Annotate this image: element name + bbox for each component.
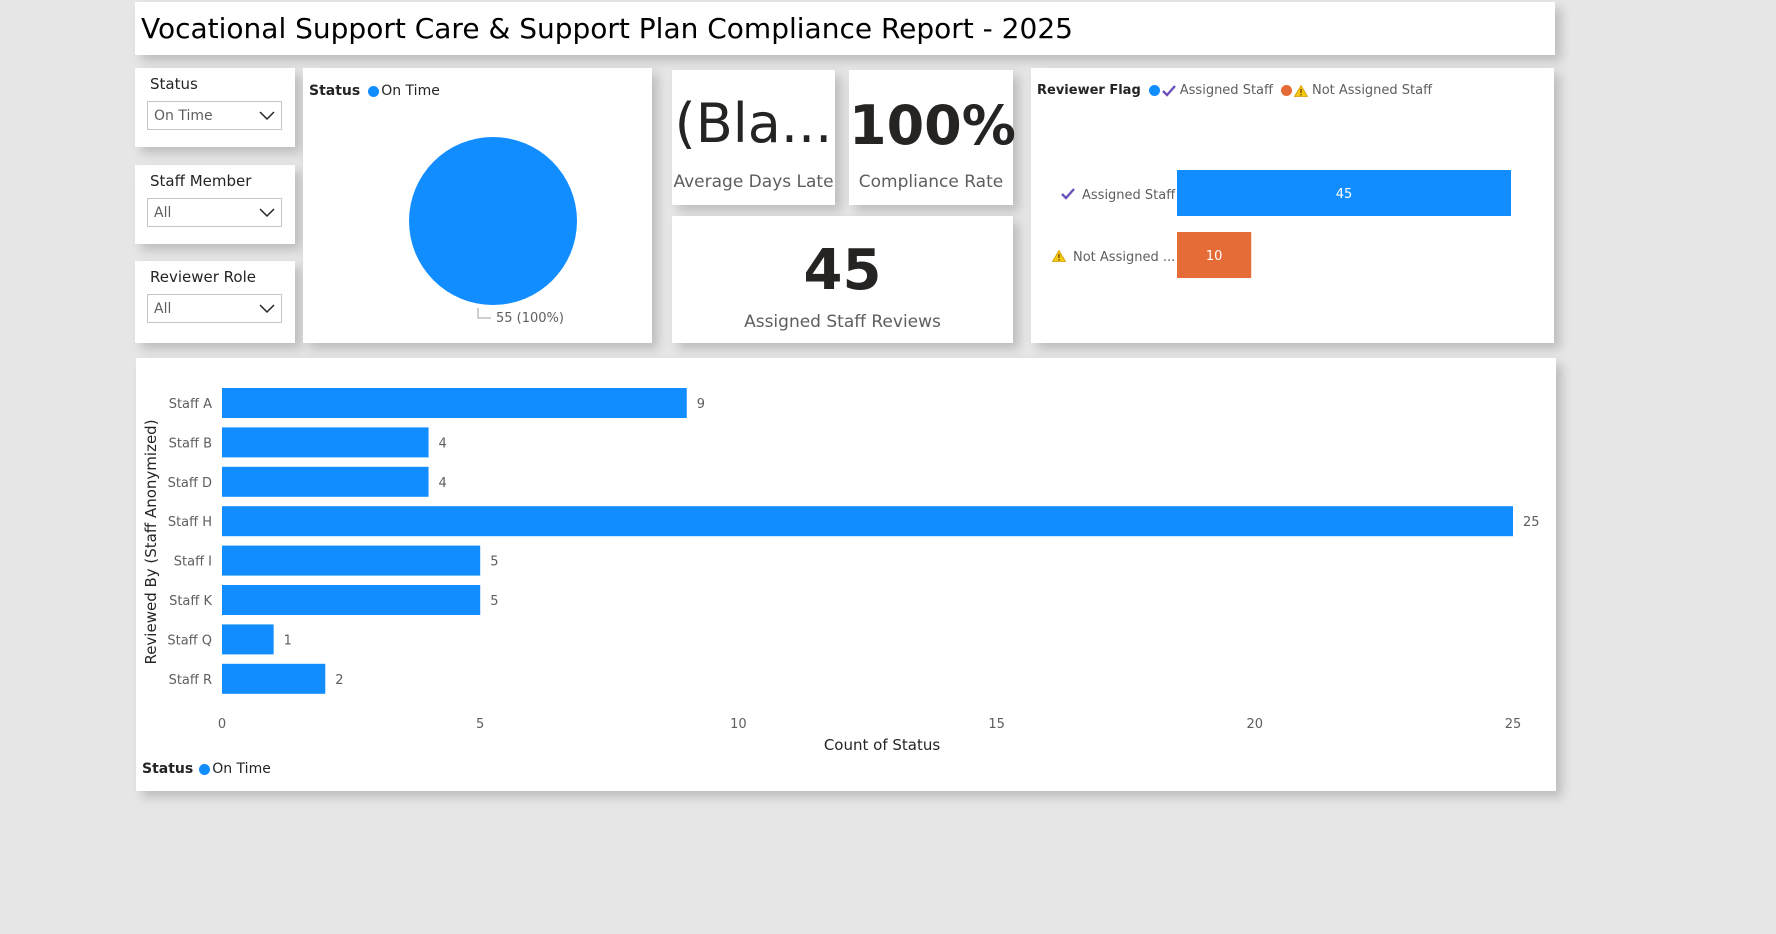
slicer-title: Staff Member <box>150 172 252 190</box>
staff-bar-chart-card: Reviewed By (Staff Anonymized) Count of … <box>136 358 1556 791</box>
category-label: Staff A <box>169 397 212 412</box>
slicer-title: Status <box>150 75 198 93</box>
kpi-label: Compliance Rate <box>858 172 1004 192</box>
row-label-not-assigned: Not Assigned ... <box>1052 250 1175 265</box>
x-tick-label: 10 <box>730 717 747 732</box>
category-label: Staff H <box>168 515 212 530</box>
x-tick-label: 0 <box>218 717 226 732</box>
legend-dot-icon <box>199 763 211 775</box>
kpi-value: (Bla... <box>674 92 833 155</box>
legend-title: Status <box>142 761 194 777</box>
pie-chart: 55 (100%) <box>409 137 577 326</box>
bar-staff-h[interactable] <box>222 506 1513 537</box>
reviewer-flag-bar-chart: Assigned Staff Not Assigned ... 45 10 <box>1052 170 1511 278</box>
compliance-rate-card: 100% Compliance Rate <box>849 70 1016 205</box>
bar-staff-b[interactable] <box>222 427 429 458</box>
category-label: Assigned Staff <box>1082 188 1176 203</box>
x-tick-label: 25 <box>1505 717 1522 732</box>
data-label: 1 <box>284 633 292 648</box>
bar-staff-i[interactable] <box>222 545 481 576</box>
data-label: 25 <box>1523 515 1540 530</box>
kpi-label: Assigned Staff Reviews <box>744 312 941 332</box>
reviewer-role-slicer: Reviewer Role All <box>135 261 295 343</box>
data-label: 5 <box>490 594 498 609</box>
pie-slice-on-time[interactable] <box>409 137 577 305</box>
report-title-bar: Vocational Support Care & Support Plan C… <box>135 2 1555 55</box>
category-label: Staff I <box>174 555 212 570</box>
chevron-down-icon <box>259 111 275 121</box>
dropdown-value: On Time <box>154 108 213 124</box>
staff-member-slicer: Staff Member All <box>135 165 295 244</box>
x-tick-label: 5 <box>476 717 484 732</box>
warning-icon <box>1052 250 1066 262</box>
category-label: Staff Q <box>167 633 212 648</box>
page-title: Vocational Support Care & Support Plan C… <box>141 12 1073 45</box>
kpi-value: 45 <box>803 238 882 303</box>
data-label: 2 <box>335 673 343 688</box>
bar-staff-k[interactable] <box>222 585 481 615</box>
x-tick-label: 20 <box>1247 717 1264 732</box>
bar-staff-d[interactable] <box>222 466 429 497</box>
pie-slice-label: 55 (100%) <box>496 311 564 326</box>
status-dropdown[interactable]: On Time <box>147 101 282 130</box>
chevron-down-icon <box>259 304 275 314</box>
x-axis-title: Count of Status <box>824 736 941 754</box>
data-label: 9 <box>697 397 705 412</box>
status-pie-card: Status On Time 55 (100%) <box>303 68 652 343</box>
kpi-label: Average Days Late <box>673 172 834 192</box>
category-label: Staff K <box>169 594 212 609</box>
kpi-value: 100% <box>849 94 1016 157</box>
data-label: 5 <box>490 555 498 570</box>
x-tick-label: 15 <box>988 717 1005 732</box>
staff-bar-chart: Reviewed By (Staff Anonymized) Count of … <box>142 388 1540 754</box>
category-label: Not Assigned ... <box>1073 250 1175 265</box>
category-label: Staff D <box>168 476 212 491</box>
data-label: 10 <box>1206 249 1223 264</box>
legend-item[interactable]: On Time <box>212 761 271 777</box>
bar-staff-a[interactable] <box>222 388 687 418</box>
assigned-reviews-card: 45 Assigned Staff Reviews <box>672 216 1013 343</box>
data-label: 45 <box>1336 187 1353 202</box>
dropdown-value: All <box>154 205 172 221</box>
bar-staff-q[interactable] <box>222 624 274 655</box>
slicer-title: Reviewer Role <box>150 268 257 286</box>
staff-member-dropdown[interactable]: All <box>147 198 282 227</box>
data-label: 4 <box>439 436 447 451</box>
row-label-assigned: Assigned Staff <box>1061 188 1176 203</box>
dropdown-value: All <box>154 301 172 317</box>
category-label: Staff R <box>169 673 212 688</box>
y-axis-title: Reviewed By (Staff Anonymized) <box>142 419 160 664</box>
data-label: 4 <box>439 476 447 491</box>
reviewer-role-dropdown[interactable]: All <box>147 294 282 323</box>
pie-leader-line <box>477 308 491 319</box>
check-icon <box>1061 188 1075 200</box>
category-label: Staff B <box>169 436 212 451</box>
staff-chart-legend: Status On Time <box>142 761 271 777</box>
chevron-down-icon <box>259 208 275 218</box>
bar-staff-r[interactable] <box>222 663 326 694</box>
avg-days-late-card: (Bla... Average Days Late <box>672 70 835 205</box>
reviewer-flag-card: Reviewer Flag Assigned Staff Not Assigned … <box>1031 68 1554 343</box>
status-slicer: Status On Time <box>135 68 295 147</box>
